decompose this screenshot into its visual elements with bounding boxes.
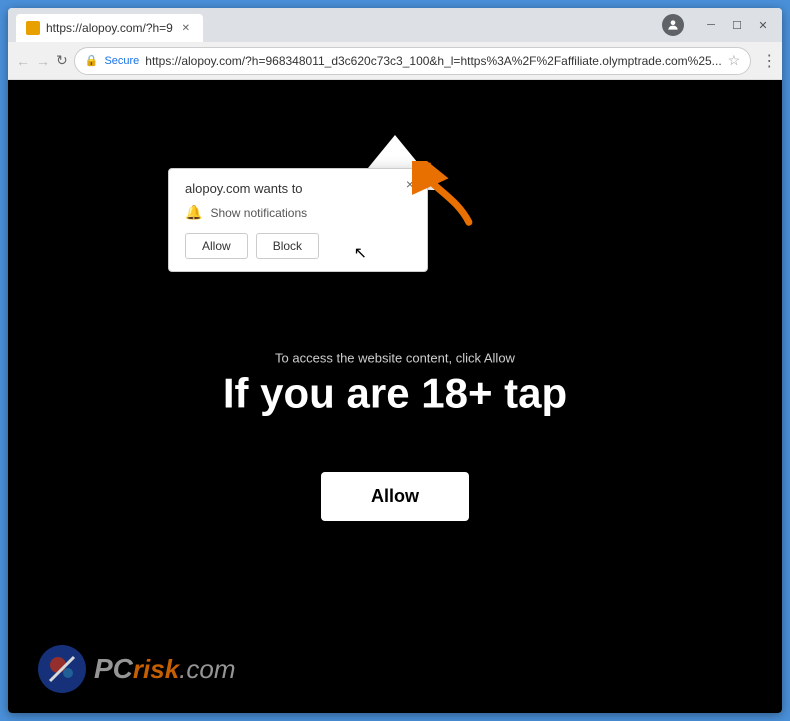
pcrisk-pc: PC: [94, 653, 133, 685]
tab-area: https://alopoy.com/?h=9 ✕: [16, 8, 658, 42]
close-button[interactable]: ✕: [752, 14, 774, 36]
secure-label: Secure: [104, 55, 139, 67]
small-instruction-text: To access the website content, click All…: [85, 350, 704, 365]
url-text: https://alopoy.com/?h=968348011_d3c620c7…: [145, 54, 721, 68]
tab-favicon: [26, 21, 40, 35]
title-bar: https://alopoy.com/?h=9 ✕ ─ ☐ ✕: [8, 8, 782, 42]
forward-button[interactable]: →: [36, 48, 50, 74]
popup-block-button[interactable]: Block: [256, 233, 319, 259]
reload-button[interactable]: ↻: [56, 48, 68, 74]
pcrisk-logo: [38, 645, 86, 693]
bell-icon: 🔔: [185, 204, 202, 221]
minimize-button[interactable]: ─: [700, 14, 722, 36]
notification-popup: × alopoy.com wants to 🔔 Show notificatio…: [168, 168, 428, 272]
nav-bar: ← → ↻ 🔒 Secure https://alopoy.com/?h=968…: [8, 42, 782, 80]
back-button[interactable]: ←: [16, 48, 30, 74]
age-gate-text: If you are 18+ tap: [85, 369, 704, 417]
menu-button[interactable]: ⋮: [757, 49, 781, 73]
window-controls: ─ ☐ ✕: [700, 14, 774, 36]
page-allow-button[interactable]: Allow: [321, 472, 469, 521]
popup-notification-row: 🔔 Show notifications: [185, 204, 411, 221]
active-tab[interactable]: https://alopoy.com/?h=9 ✕: [16, 14, 203, 42]
secure-icon: 🔒: [85, 54, 99, 67]
address-bar[interactable]: 🔒 Secure https://alopoy.com/?h=968348011…: [74, 47, 752, 75]
browser-window: https://alopoy.com/?h=9 ✕ ─ ☐ ✕ ← → ↻ 🔒: [8, 8, 782, 713]
profile-icon[interactable]: [662, 14, 684, 36]
bookmark-icon[interactable]: ☆: [728, 52, 741, 69]
page-content: To access the website content, click All…: [8, 80, 782, 713]
popup-title: alopoy.com wants to: [185, 181, 411, 196]
tab-label: https://alopoy.com/?h=9: [46, 21, 173, 35]
pcrisk-dot: .com: [179, 654, 235, 685]
orange-arrow-graphic: [412, 161, 482, 231]
maximize-button[interactable]: ☐: [726, 14, 748, 36]
pcrisk-watermark: PC risk .com: [38, 645, 236, 693]
tab-close-button[interactable]: ✕: [179, 21, 193, 35]
pcrisk-risk: risk: [133, 654, 179, 685]
popup-allow-button[interactable]: Allow: [185, 233, 248, 259]
popup-buttons: Allow Block: [185, 233, 411, 259]
pcrisk-text-area: PC risk .com: [94, 653, 236, 685]
page-overlay: To access the website content, click All…: [85, 350, 704, 417]
pcrisk-logo-svg: [40, 647, 84, 691]
popup-notification-label: Show notifications: [210, 206, 307, 220]
